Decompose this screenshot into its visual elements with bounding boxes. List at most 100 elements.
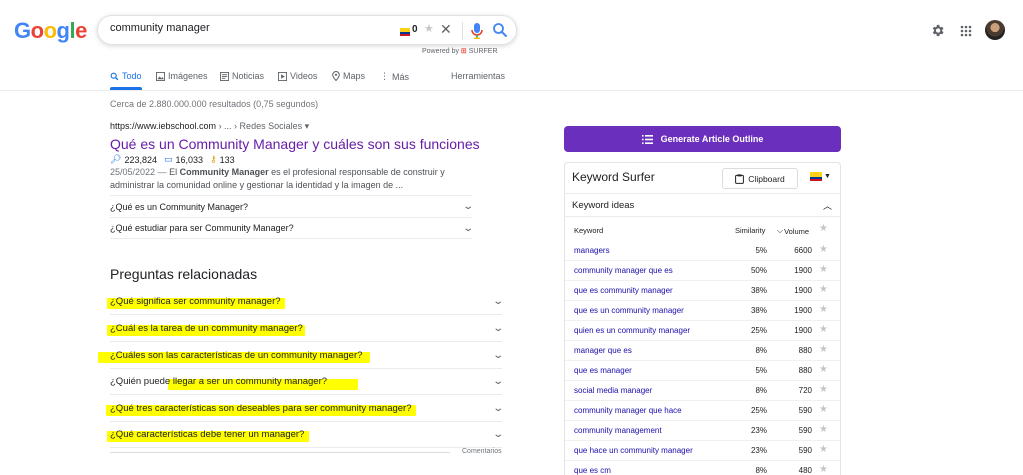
country-selector[interactable]: ▼: [810, 172, 831, 181]
col-similarity[interactable]: Similarity: [735, 226, 765, 235]
keyword-link[interactable]: que hace un community manager: [574, 446, 693, 455]
col-volume[interactable]: ⌵ Volume: [777, 226, 809, 236]
keyword-link[interactable]: que es cm: [574, 466, 611, 475]
keyword-link[interactable]: que es manager: [574, 366, 632, 375]
clear-icon[interactable]: ✕: [440, 21, 452, 38]
volume-value: 6600: [794, 246, 812, 255]
result-subquestion[interactable]: ¿Qué estudiar para ser Community Manager…: [110, 217, 474, 239]
keyword-link[interactable]: community manager que es: [574, 266, 673, 275]
keyword-row: que es cm 8% 480 ★: [565, 461, 840, 475]
similarity-value: 38%: [750, 306, 767, 315]
tab-label: Todo: [122, 71, 142, 81]
keyword-row: que es manager 5% 880 ★: [565, 361, 840, 381]
subquestion-label: ¿Qué es un Community Manager?: [110, 201, 249, 212]
result-subquestion[interactable]: ¿Qué es un Community Manager? ⌄: [110, 195, 474, 217]
tab-label: Maps: [343, 71, 366, 81]
avatar[interactable]: [985, 20, 1005, 40]
star-icon[interactable]: ★: [819, 324, 828, 335]
google-logo[interactable]: Google: [14, 18, 87, 44]
related-question[interactable]: ¿Cuál es la tarea de un community manage…: [107, 315, 504, 342]
keyword-row: community management 23% 590 ★: [565, 421, 840, 441]
col-keyword: Keyword: [574, 226, 604, 235]
similarity-value: 8%: [755, 346, 767, 355]
tab-maps[interactable]: Maps: [332, 71, 365, 81]
tab-mas[interactable]: ⋮ Más: [380, 71, 409, 82]
related-question[interactable]: ¿Qué significa ser community manager? ⌄: [107, 288, 504, 315]
search-icon[interactable]: [492, 22, 508, 43]
tab-todo[interactable]: Todo: [110, 71, 142, 81]
chevron-down-icon[interactable]: ▾: [305, 121, 310, 131]
divider: [565, 193, 840, 194]
chevron-down-icon: ⌄: [491, 402, 504, 414]
volume-value: 880: [798, 346, 812, 355]
related-questions-heading: Preguntas relacionadas: [110, 266, 258, 282]
logo-letter: g: [56, 18, 70, 43]
generate-label: Generate Article Outline: [660, 134, 764, 144]
keyword-link[interactable]: community management: [574, 426, 662, 435]
collapse-icon[interactable]: ︿: [823, 199, 832, 212]
clipboard-button[interactable]: Clipboard: [722, 168, 798, 189]
tab-videos[interactable]: Videos: [278, 71, 317, 81]
question-label: ¿Quién puede llegar a ser un community m…: [110, 375, 328, 387]
volume-value: 1900: [794, 266, 812, 275]
result-url-domain: https://www.iebschool.com: [110, 121, 217, 131]
related-question[interactable]: ¿Qué tres características son deseables …: [106, 395, 504, 422]
keyword-link[interactable]: managers: [574, 246, 610, 255]
similarity-value: 25%: [750, 326, 767, 335]
result-title[interactable]: Qué es un Community Manager y cuáles son…: [110, 136, 480, 152]
related-question[interactable]: ¿Cuáles son las características de un co…: [98, 342, 504, 369]
related-question[interactable]: ¿Qué características debe tener un manag…: [107, 421, 504, 448]
keyword-link[interactable]: que es community manager: [574, 286, 673, 295]
star-icon[interactable]: ★: [819, 344, 828, 355]
keyword-link[interactable]: que es un community manager: [574, 306, 684, 315]
result-breadcrumb: › ... › Redes Sociales: [218, 121, 303, 131]
comments-link[interactable]: Comentarios: [462, 448, 502, 455]
star-icon[interactable]: ★: [424, 22, 434, 35]
microphone-icon[interactable]: [470, 22, 484, 45]
search-input[interactable]: [110, 22, 380, 34]
keyword-link[interactable]: quien es un community manager: [574, 326, 690, 335]
gear-icon[interactable]: [930, 23, 945, 43]
keyword-link[interactable]: community manager que hace: [574, 406, 682, 415]
tab-label: Noticias: [232, 71, 265, 81]
volume-label: Volume: [784, 226, 810, 236]
star-icon[interactable]: ★: [819, 304, 828, 315]
star-icon[interactable]: ★: [819, 464, 828, 475]
similarity-value: 5%: [755, 366, 767, 375]
chevron-down-icon: ⌄: [491, 428, 504, 440]
keyword-link[interactable]: manager que es: [574, 346, 632, 355]
subquestion-label: ¿Qué estudiar para ser Community Manager…: [110, 223, 294, 233]
apps-grid-icon[interactable]: [960, 24, 972, 42]
star-icon[interactable]: ★: [819, 424, 828, 435]
tab-noticias[interactable]: Noticias: [220, 71, 264, 81]
tab-label: Imágenes: [168, 71, 208, 81]
powered-by-surfer: Powered by ⊞ SURFER: [422, 47, 498, 55]
map-pin-icon: [332, 71, 340, 81]
star-icon[interactable]: ★: [819, 284, 828, 295]
generate-outline-button[interactable]: Generate Article Outline: [564, 126, 841, 152]
star-icon: ★: [819, 223, 828, 234]
star-icon[interactable]: ★: [819, 444, 828, 455]
keyword-row: manager que es 8% 880 ★: [565, 341, 840, 361]
tab-label: Más: [392, 71, 410, 82]
keyword-row: que es un community manager 38% 1900 ★: [565, 301, 840, 321]
star-icon[interactable]: ★: [819, 364, 828, 375]
logo-letter: e: [75, 18, 87, 43]
star-icon[interactable]: ★: [819, 384, 828, 395]
chevron-down-icon: ⌄: [491, 375, 504, 387]
result-url[interactable]: https://www.iebschool.com › ... › Redes …: [110, 121, 309, 132]
keyword-link[interactable]: social media manager: [574, 386, 652, 395]
star-icon[interactable]: ★: [819, 264, 828, 275]
keyword-row: que hace un community manager 23% 590 ★: [565, 441, 840, 461]
similarity-value: 50%: [750, 266, 767, 275]
colombia-flag-icon: [810, 172, 822, 181]
chevron-down-icon: ⌄: [491, 322, 504, 334]
tools-button[interactable]: Herramientas: [451, 71, 505, 81]
key-icon: ⚷: [210, 154, 217, 164]
related-question[interactable]: ¿Quién puede llegar a ser un community m…: [110, 368, 504, 395]
metric-value: 16,033: [175, 154, 204, 165]
star-icon[interactable]: ★: [819, 404, 828, 415]
book-icon: ▭: [163, 154, 173, 164]
tab-imagenes[interactable]: Imágenes: [156, 71, 208, 81]
star-icon[interactable]: ★: [819, 244, 828, 255]
